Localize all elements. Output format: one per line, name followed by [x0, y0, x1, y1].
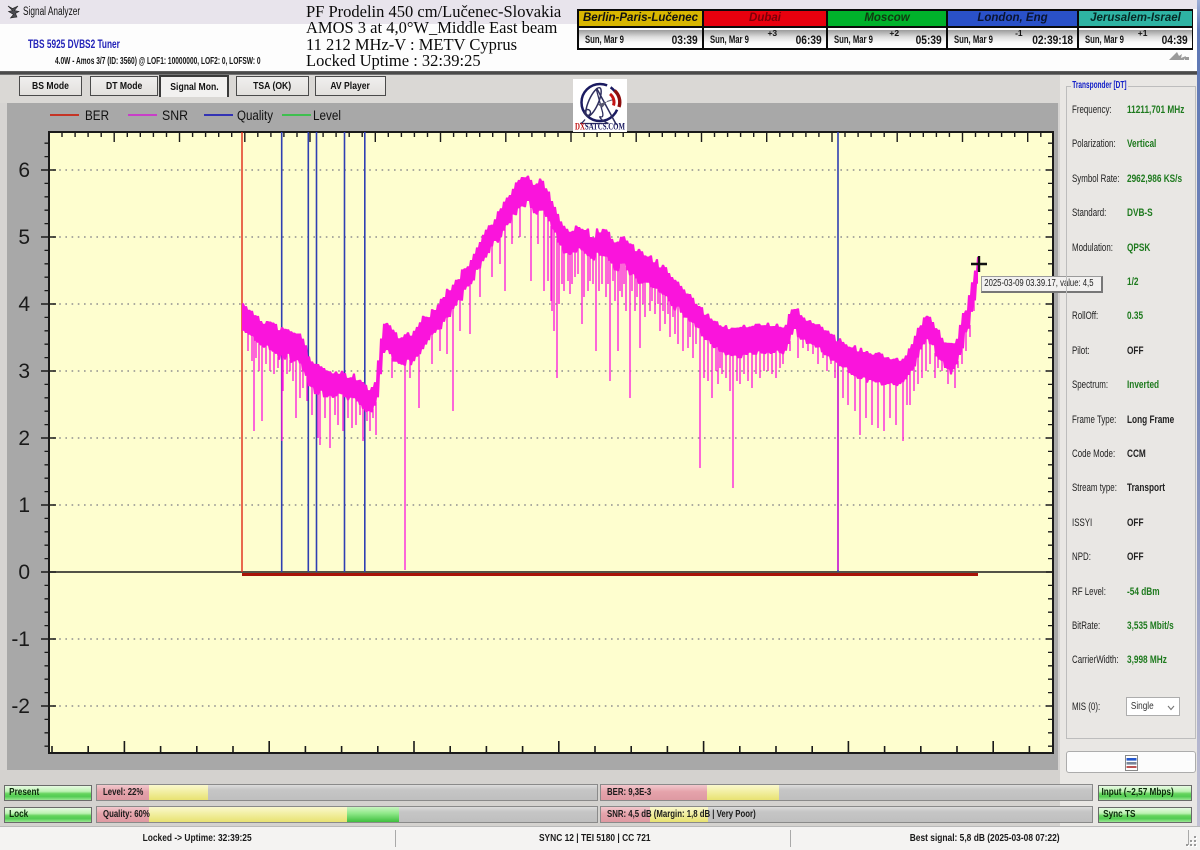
svg-text:-1: -1	[11, 628, 30, 651]
svg-text:DXSATCS.COM: DXSATCS.COM	[575, 123, 625, 133]
svg-text:Quality: Quality	[237, 108, 273, 123]
svg-text:6: 6	[18, 159, 30, 182]
svg-text:3: 3	[18, 360, 30, 383]
svg-text:-2: -2	[11, 695, 30, 718]
svg-text:2: 2	[18, 427, 30, 450]
svg-text:1: 1	[18, 494, 30, 517]
svg-text:SNR: SNR	[162, 108, 188, 123]
svg-text:5: 5	[18, 226, 30, 249]
svg-text:Level: Level	[313, 108, 341, 123]
svg-text:4: 4	[18, 293, 30, 316]
svg-text:BER: BER	[85, 108, 109, 123]
svg-text:0: 0	[18, 561, 30, 584]
